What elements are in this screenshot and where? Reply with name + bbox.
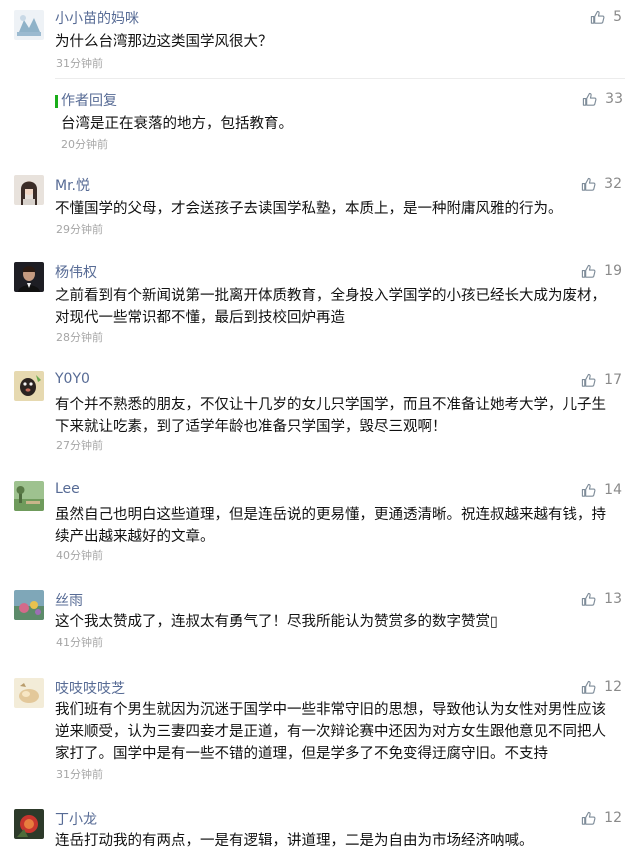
comment-text: 这个我太赞成了，连叔太有勇气了！尽我所能认为赞赏多的数字赞赏▯ <box>55 614 498 630</box>
comment-item: 丝雨 这个我太赞成了，连叔太有勇气了！尽我所能认为赞赏多的数字赞赏▯ 41分钟前… <box>0 590 640 655</box>
thumbs-up-icon <box>581 264 596 279</box>
comment-item: 杨伟权 之前看到有个新闻说第一批离开体质教育，全身投入学国学的小孩已经长大成为废… <box>0 262 640 347</box>
avatar[interactable] <box>14 371 44 401</box>
comment-username[interactable]: Mr.悦 <box>55 175 90 195</box>
comment-time: 27分钟前 <box>56 439 103 452</box>
like-button[interactable]: 12 <box>581 810 622 826</box>
comment-text: 连岳打动我的有两点，一是有逻辑，讲道理，二是为自由为市场经济呐喊。 <box>55 833 534 849</box>
avatar[interactable] <box>14 809 44 839</box>
like-count: 32 <box>604 176 622 192</box>
thumbs-up-icon <box>581 177 596 192</box>
comment-time: 28分钟前 <box>56 331 103 344</box>
thumbs-up-icon <box>582 92 597 107</box>
reply-like-button[interactable]: 33 <box>582 91 623 107</box>
comment-text: 为什么台湾那边这类国学风很大？ <box>55 34 273 50</box>
thumbs-up-icon <box>581 680 596 695</box>
avatar[interactable] <box>14 10 44 40</box>
avatar[interactable] <box>14 175 44 205</box>
avatar[interactable] <box>14 590 44 620</box>
like-count: 17 <box>604 372 622 388</box>
like-count: 19 <box>604 263 622 279</box>
comment-username[interactable]: 杨伟权 <box>55 262 97 282</box>
author-reply-time: 20分钟前 <box>61 138 108 151</box>
comment-time: 40分钟前 <box>56 549 103 562</box>
author-reply-label: 作者回复 <box>61 93 117 109</box>
like-button[interactable]: 5 <box>590 9 622 25</box>
like-count: 5 <box>613 9 622 25</box>
like-count: 12 <box>604 810 622 826</box>
like-count: 13 <box>604 591 622 607</box>
comment-text: 有个并不熟悉的朋友，不仅让十几岁的女儿只学国学，而且不准备让她考大学，儿子生下来… <box>55 397 606 435</box>
like-button[interactable]: 19 <box>581 263 622 279</box>
thumbs-up-icon <box>581 811 596 826</box>
thumbs-up-icon <box>581 373 596 388</box>
comment-item: 吱吱吱吱芝 我们班有个男生就因为沉迷于国学中一些非常守旧的思想，导致他认为女性对… <box>0 678 640 788</box>
comment-username[interactable]: 丝雨 <box>55 590 83 610</box>
like-button[interactable]: 14 <box>581 482 622 498</box>
like-count: 12 <box>604 679 622 695</box>
like-count: 33 <box>605 91 623 107</box>
thumbs-up-icon <box>581 483 596 498</box>
avatar[interactable] <box>14 481 44 511</box>
comment-item: Y0Y0 有个并不熟悉的朋友，不仅让十几岁的女儿只学国学，而且不准备让她考大学，… <box>0 371 640 456</box>
comment-item: 小小苗的妈咪 为什么台湾那边这类国学风很大？ 31分钟前 5 作者回复 台湾是正… <box>0 0 640 165</box>
comment-item: 丁小龙 连岳打动我的有两点，一是有逻辑，讲道理，二是为自由为市场经济呐喊。 12 <box>0 809 640 850</box>
avatar[interactable] <box>14 262 44 292</box>
thumbs-up-icon <box>590 10 605 25</box>
like-button[interactable]: 17 <box>581 372 622 388</box>
reply-indicator <box>55 95 58 108</box>
comment-text: 不懂国学的父母，才会送孩子去读国学私塾，本质上，是一种附庸风雅的行为。 <box>55 201 563 217</box>
comment-time: 31分钟前 <box>56 768 103 781</box>
comment-text: 我们班有个男生就因为沉迷于国学中一些非常守旧的思想，导致他认为女性对男性应该逆来… <box>55 702 606 762</box>
avatar[interactable] <box>14 678 44 708</box>
like-button[interactable]: 12 <box>581 679 622 695</box>
comment-username[interactable]: Lee <box>55 481 80 497</box>
comment-username[interactable]: 小小苗的妈咪 <box>55 8 139 28</box>
thumbs-up-icon <box>581 592 596 607</box>
like-button[interactable]: 32 <box>581 176 622 192</box>
comment-username[interactable]: Y0Y0 <box>55 371 90 387</box>
comment-time: 29分钟前 <box>56 223 103 236</box>
like-button[interactable]: 13 <box>581 591 622 607</box>
comment-item: Lee 虽然自己也明白这些道理，但是连岳说的更易懂，更通透清晰。祝连叔越来越有钱… <box>0 481 640 566</box>
comment-item: Mr.悦 不懂国学的父母，才会送孩子去读国学私塾，本质上，是一种附庸风雅的行为。… <box>0 175 640 250</box>
author-reply: 作者回复 台湾是正在衰落的地方，包括教育。 20分钟前 33 <box>55 78 625 159</box>
comment-text: 虽然自己也明白这些道理，但是连岳说的更易懂，更通透清晰。祝连叔越来越有钱，持续产… <box>55 507 606 545</box>
comment-username[interactable]: 丁小龙 <box>55 809 97 829</box>
comment-time: 41分钟前 <box>56 636 103 649</box>
author-reply-text: 台湾是正在衰落的地方，包括教育。 <box>61 116 293 132</box>
like-count: 14 <box>604 482 622 498</box>
comment-time: 31分钟前 <box>56 57 103 70</box>
comment-text: 之前看到有个新闻说第一批离开体质教育，全身投入学国学的小孩已经长大成为废材，对现… <box>55 288 606 326</box>
comment-username[interactable]: 吱吱吱吱芝 <box>55 678 125 698</box>
